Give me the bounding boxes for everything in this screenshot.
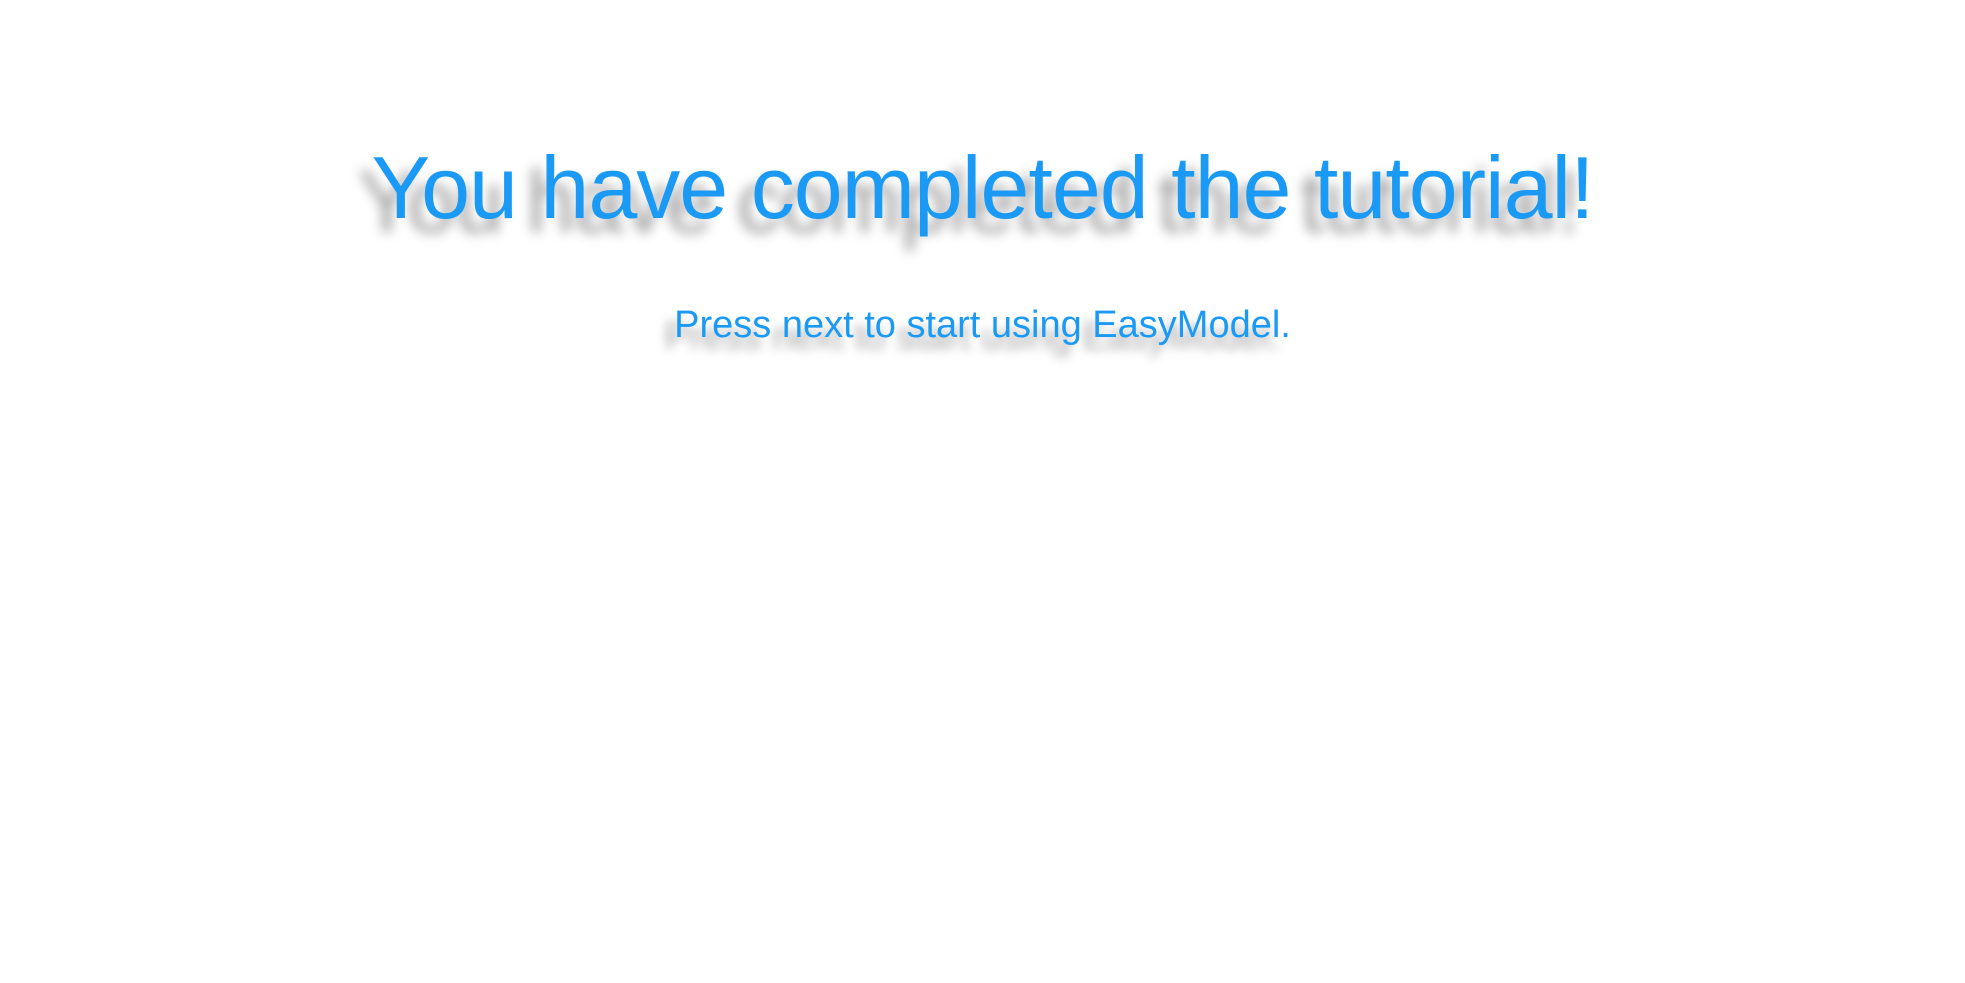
tutorial-complete-screen: You have completed the tutorial! Press n… bbox=[0, 0, 1965, 983]
tutorial-complete-title: You have completed the tutorial! bbox=[371, 138, 1594, 237]
tutorial-complete-subtitle: Press next to start using EasyModel. bbox=[674, 304, 1291, 346]
